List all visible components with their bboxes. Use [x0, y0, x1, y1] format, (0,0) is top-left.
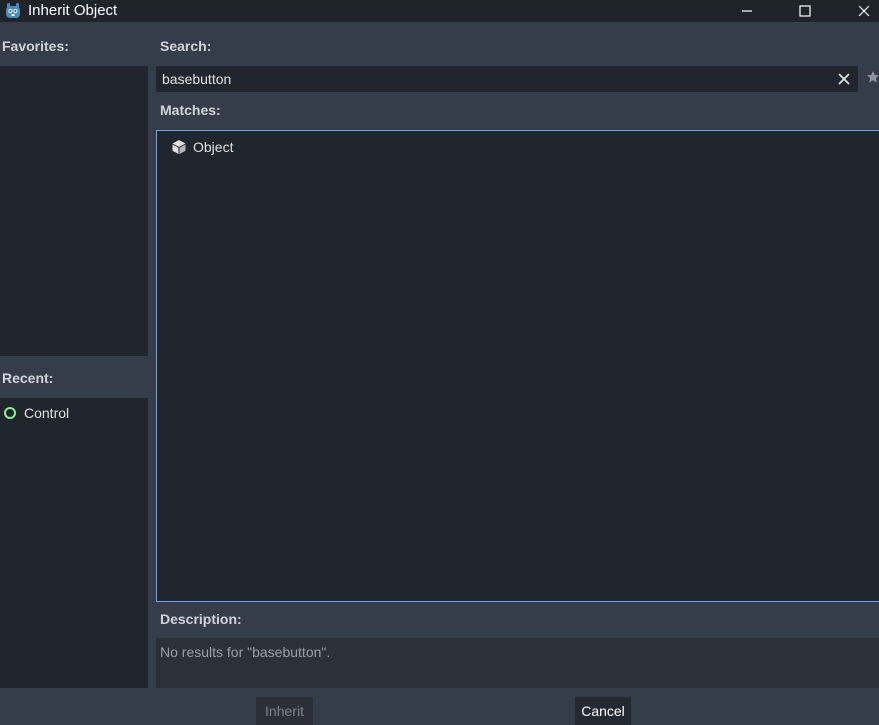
matches-label: Matches:: [160, 102, 221, 118]
description-box: No results for "basebutton".: [156, 638, 879, 688]
favorites-label: Favorites:: [2, 38, 69, 54]
favorite-toggle-button[interactable]: [866, 70, 879, 88]
close-button[interactable]: [844, 0, 879, 22]
matches-tree[interactable]: Object: [156, 130, 879, 602]
star-icon: [867, 71, 879, 83]
title-bar: Inherit Object: [0, 0, 879, 22]
godot-logo-icon: [6, 3, 20, 18]
control-circle-icon: [4, 407, 16, 419]
search-input[interactable]: [156, 66, 826, 92]
maximize-icon: [799, 5, 811, 17]
minimize-button[interactable]: [727, 0, 767, 22]
minimize-icon: [742, 10, 752, 12]
search-box: [156, 66, 858, 92]
inherit-button[interactable]: Inherit: [256, 697, 313, 725]
recent-label: Recent:: [2, 370, 54, 386]
cancel-button[interactable]: Cancel: [575, 697, 631, 725]
recent-item-label: Control: [24, 405, 70, 421]
clear-icon: [838, 73, 850, 85]
maximize-button[interactable]: [785, 0, 825, 22]
window-title: Inherit Object: [28, 2, 118, 19]
match-item-label: Object: [193, 139, 234, 155]
clear-search-button[interactable]: [834, 69, 854, 89]
recent-item-control[interactable]: Control: [0, 403, 148, 423]
favorites-list[interactable]: [0, 66, 148, 356]
search-label: Search:: [160, 38, 212, 54]
recent-list[interactable]: [0, 398, 148, 688]
close-icon: [858, 5, 870, 17]
description-text: No results for "basebutton".: [160, 644, 331, 660]
object-cube-icon: [172, 140, 186, 154]
match-item-object[interactable]: Object: [171, 138, 233, 156]
description-label: Description:: [160, 611, 242, 627]
